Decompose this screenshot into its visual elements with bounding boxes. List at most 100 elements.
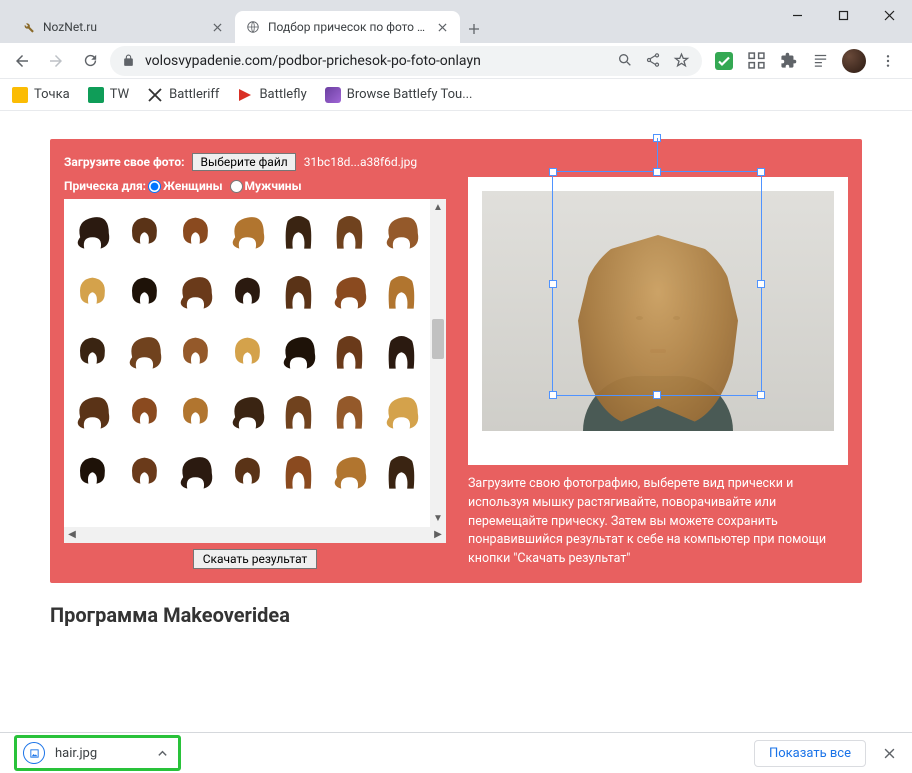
hairstyle-thumb[interactable] [379,205,424,259]
scroll-left-icon[interactable]: ◀ [64,529,80,540]
sheets-icon [88,87,104,103]
bookmark-battlefy[interactable]: Browse Battlefy Tou... [325,87,473,103]
extension-squares-icon[interactable] [746,51,766,71]
hairstyle-thumb[interactable] [276,325,321,379]
hairstyle-thumb[interactable] [70,265,115,319]
close-icon[interactable] [434,19,450,35]
bookmark-label: Battlefly [259,87,306,102]
minimize-button[interactable] [774,0,820,30]
hairstyle-thumb[interactable] [224,325,269,379]
tab-active[interactable]: Подбор причесок по фото онла [235,11,460,43]
scroll-up-icon[interactable]: ▲ [430,199,446,215]
profile-avatar[interactable] [842,49,866,73]
hairstyle-thumb[interactable] [70,385,115,439]
show-all-downloads-button[interactable]: Показать все [754,740,866,767]
tab-noznet[interactable]: NozNet.ru [10,11,235,43]
hairstyle-thumb[interactable] [121,265,166,319]
close-icon[interactable] [209,19,225,35]
extension-check-icon[interactable] [714,51,734,71]
preview-stage[interactable] [482,191,834,431]
hairstyle-thumb[interactable] [327,445,372,499]
address-bar[interactable]: volosvypadenie.com/podbor-prichesok-po-f… [110,46,702,76]
url-text: volosvypadenie.com/podbor-prichesok-po-f… [145,53,481,69]
bookmark-battlefly[interactable]: Battlefly [237,87,306,103]
hairstyle-thumb[interactable] [173,445,218,499]
search-icon[interactable] [617,52,633,69]
star-icon[interactable] [673,52,690,69]
download-chip[interactable]: hair.jpg [14,735,181,771]
battlefy-icon [325,87,341,103]
bookmark-battleriff[interactable]: Battleriff [147,87,219,103]
hairstyle-thumb[interactable] [121,385,166,439]
close-icon[interactable] [880,748,898,759]
gender-radio-male[interactable] [230,180,243,193]
hairstyle-thumb[interactable] [173,385,218,439]
hairstyle-thumb[interactable] [121,205,166,259]
hairstyle-thumb[interactable] [70,325,115,379]
back-button[interactable] [8,47,36,75]
hairstyle-thumb[interactable] [276,265,321,319]
preview-panel [468,177,848,465]
hairstyle-thumb[interactable] [70,205,115,259]
forward-button[interactable] [42,47,70,75]
resize-handle[interactable] [757,280,765,288]
hairstyle-thumb[interactable] [276,385,321,439]
reload-button[interactable] [76,47,104,75]
resize-handle[interactable] [757,391,765,399]
resize-handle[interactable] [549,280,557,288]
hairstyle-thumb[interactable] [121,445,166,499]
hairstyle-thumb[interactable] [379,385,424,439]
hairstyle-thumb[interactable] [121,325,166,379]
download-result-button[interactable]: Скачать результат [193,549,318,569]
hairstyle-thumb[interactable] [173,205,218,259]
downloads-shelf: hair.jpg Показать все [0,732,912,773]
globe-icon [245,19,261,35]
hairstyle-thumb[interactable] [276,205,321,259]
choose-file-button[interactable]: Выберите файл [192,153,295,171]
scrollbar-horizontal[interactable]: ◀ ▶ [64,527,446,543]
resize-handle[interactable] [549,168,557,176]
hairstyle-thumb[interactable] [379,325,424,379]
scroll-down-icon[interactable]: ▼ [430,511,446,527]
resize-handle[interactable] [653,168,661,176]
hairstyle-thumb[interactable] [224,265,269,319]
battleriff-icon [147,87,163,103]
tab-strip: NozNet.ru Подбор причесок по фото онла [0,8,912,43]
scroll-right-icon[interactable]: ▶ [430,529,446,540]
hairstyle-thumb[interactable] [379,445,424,499]
kebab-menu-icon[interactable] [878,51,898,71]
hairstyle-thumb[interactable] [379,265,424,319]
resize-handle[interactable] [549,391,557,399]
hairstyle-thumb[interactable] [276,445,321,499]
hairstyle-thumb[interactable] [224,385,269,439]
scrollbar-thumb[interactable] [432,319,444,359]
bookmark-label: Точка [34,87,70,102]
new-tab-button[interactable] [460,15,488,43]
hairstyle-thumb[interactable] [327,265,372,319]
hairstyle-thumb[interactable] [224,205,269,259]
bookmark-tw[interactable]: TW [88,87,129,103]
maximize-button[interactable] [820,0,866,30]
reading-list-icon[interactable] [810,51,830,71]
hairstyle-gallery: ▲ ▼ [64,199,446,527]
hairstyle-thumb[interactable] [327,385,372,439]
gender-radio-female[interactable] [148,180,161,193]
resize-handle[interactable] [757,168,765,176]
hairstyle-thumb[interactable] [70,445,115,499]
hairstyle-thumb[interactable] [173,265,218,319]
section-title: Программа Makeoveridea [50,603,862,627]
hairstyle-thumb[interactable] [327,205,372,259]
close-window-button[interactable] [866,0,912,30]
resize-handle[interactable] [653,391,661,399]
hairstyle-app-panel: Загрузите свое фото: Выберите файл 31bc1… [50,139,862,583]
hairstyle-thumb[interactable] [224,445,269,499]
bookmark-tochka[interactable]: Точка [12,87,70,103]
extensions-puzzle-icon[interactable] [778,51,798,71]
share-icon[interactable] [645,52,661,69]
hairstyle-thumb[interactable] [173,325,218,379]
scrollbar-vertical[interactable]: ▲ ▼ [430,199,446,527]
transform-selection[interactable] [552,171,762,396]
hairstyle-thumb[interactable] [327,325,372,379]
bookmark-label: Browse Battlefy Tou... [347,87,473,102]
chevron-up-icon[interactable] [107,748,168,759]
